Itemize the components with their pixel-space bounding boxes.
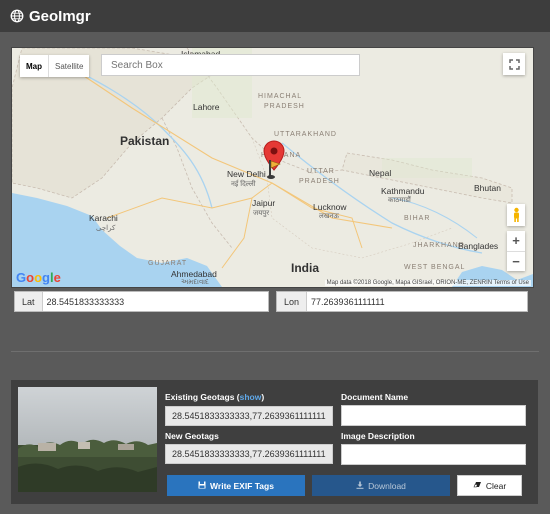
google-logo: Google [16, 270, 61, 285]
latitude-input[interactable] [42, 292, 268, 311]
map-type-map-button[interactable]: Map [20, 55, 48, 77]
map-search-input[interactable] [101, 54, 360, 76]
zoom-out-button[interactable]: − [507, 250, 525, 272]
download-icon [356, 481, 364, 491]
map-label-karachi: Karachi [89, 213, 118, 223]
pegman-icon [513, 207, 519, 222]
map-label-ahmedabad-gu: અમદાવાદ [181, 279, 209, 286]
section-divider [11, 351, 539, 352]
image-panel: Existing Geotags (show) 28.5451833333333… [11, 380, 538, 504]
map-label-west-bengal: WEST BENGAL [404, 264, 466, 271]
map-label-pakistan: Pakistan [120, 134, 170, 148]
image-description-label: Image Description [341, 431, 415, 441]
map-label-india: India [291, 261, 320, 275]
map-label-jaipur: Jaipur [252, 198, 276, 208]
new-geotags-field[interactable]: 28.5451833333333,77.2639361111111 [165, 444, 333, 464]
image-description-input[interactable] [341, 444, 526, 465]
fullscreen-icon [508, 58, 520, 70]
zoom-control: + − [507, 231, 525, 271]
map-label-nepal: Nepal [369, 168, 392, 178]
image-thumbnail[interactable] [18, 387, 157, 492]
longitude-input[interactable] [307, 292, 527, 311]
map-label-bihar: BIHAR [404, 215, 431, 222]
zoom-in-button[interactable]: + [507, 231, 525, 251]
show-link[interactable]: show [240, 392, 262, 402]
document-name-input[interactable] [341, 405, 526, 426]
map-label-kathmandu: Kathmandu [381, 186, 425, 196]
document-name-label: Document Name [341, 392, 409, 402]
map-label-pradesh-1: PRADESH [264, 103, 305, 110]
map-attribution[interactable]: Map data ©2018 Google, Mapa GISrael, ORI… [324, 280, 531, 286]
download-button[interactable]: Download [312, 475, 450, 496]
map-label-lucknow-hi: लखनऊ [319, 213, 339, 220]
map-label-jaipur-hi: जयपुर [253, 210, 270, 217]
map-label-ahmedabad: Ahmedabad [171, 269, 217, 279]
map-type-control: Map Satellite [20, 55, 90, 77]
clear-button[interactable]: Clear [457, 475, 522, 496]
existing-geotags-label: Existing Geotags (show) [165, 392, 265, 402]
eraser-icon [473, 481, 482, 491]
photo-image [18, 387, 157, 492]
map-label-uttarakhand: UTTARAKHAND [274, 131, 337, 138]
globe-icon [10, 9, 24, 23]
flag-marker-icon [267, 160, 281, 179]
latitude-label: Lat [15, 292, 43, 311]
longitude-label: Lon [277, 292, 308, 311]
map-type-satellite-button[interactable]: Satellite [48, 55, 89, 77]
map-label-new-delhi-hi: नई दिल्ली [231, 181, 256, 188]
map-view[interactable]: Islamabad Lahore Pakistan HIMACHAL PRADE… [11, 47, 534, 288]
app-title: GeoImgr [29, 7, 91, 25]
map-label-lahore: Lahore [193, 102, 220, 112]
existing-geotags-field[interactable]: 28.5451833333333,77.2639361111111 [165, 406, 333, 426]
write-exif-button[interactable]: Write EXIF Tags [167, 475, 305, 496]
brand[interactable]: GeoImgr [10, 8, 91, 25]
map-label-bhutan: Bhutan [474, 183, 501, 193]
save-icon [198, 481, 206, 491]
map-label-lucknow: Lucknow [313, 202, 347, 212]
map-label-kathmandu-ne: काठमाडौं [388, 197, 411, 204]
map-label-pradesh-2: PRADESH [299, 178, 340, 185]
new-geotags-label: New Geotags [165, 431, 219, 441]
map-label-himachal: HIMACHAL [258, 93, 303, 100]
fullscreen-button[interactable] [503, 53, 525, 75]
map-label-new-delhi: New Delhi [227, 169, 266, 179]
map-label-gujarat: GUJARAT [148, 260, 188, 267]
top-navbar: GeoImgr [0, 0, 550, 32]
latitude-field: Lat [14, 291, 269, 312]
longitude-field: Lon [276, 291, 528, 312]
map-label-karachi-ur: کراچی [96, 225, 116, 232]
map-label-jharkhand: JHARKHAND [413, 242, 465, 249]
street-view-button[interactable] [507, 204, 525, 226]
map-label-uttar: UTTAR [307, 168, 335, 175]
